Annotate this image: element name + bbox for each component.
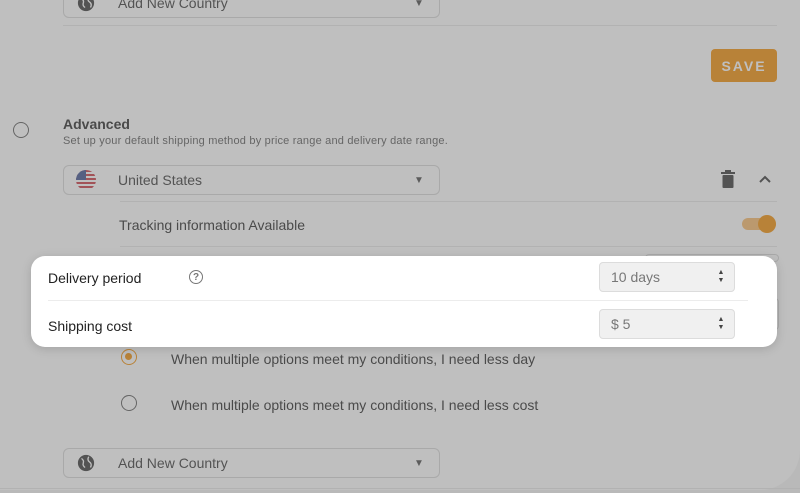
us-flag-icon: [64, 170, 108, 190]
add-country-placeholder: Add New Country: [118, 455, 228, 471]
shipping-cost-value: $ 5: [611, 316, 631, 332]
stepper-icon[interactable]: ▲ ▼: [708, 269, 734, 285]
globe-icon: [64, 0, 108, 12]
add-country-placeholder: Add New Country: [118, 0, 228, 11]
chevron-down-icon: ▼: [414, 457, 424, 469]
tracking-label: Tracking information Available: [119, 217, 305, 233]
chevron-up-icon[interactable]: [758, 172, 772, 184]
option-less-cost-label: When multiple options meet my conditions…: [171, 397, 539, 413]
stepper-icon[interactable]: ▲ ▼: [708, 316, 734, 332]
globe-icon: [64, 454, 108, 472]
divider: [0, 488, 800, 489]
chevron-down-icon: ▼: [414, 0, 424, 9]
divider: [63, 25, 777, 26]
trash-icon[interactable]: [720, 170, 736, 188]
shipping-panel: [0, 0, 800, 490]
divider: [48, 300, 748, 301]
advanced-radio[interactable]: [13, 122, 29, 138]
advanced-title: Advanced: [63, 116, 130, 132]
country-select-value: United States: [118, 172, 203, 188]
delivery-period-stepper[interactable]: 10 days ▲ ▼: [599, 262, 735, 292]
chevron-down-icon: ▼: [414, 174, 424, 186]
delivery-period-value: 10 days: [611, 269, 661, 285]
add-country-select-top[interactable]: Add New Country ▼: [63, 0, 440, 18]
divider: [120, 246, 777, 247]
option-less-cost-radio[interactable]: [121, 395, 137, 411]
toggle-knob: [758, 215, 776, 233]
option-less-day-label: When multiple options meet my conditions…: [171, 351, 536, 367]
help-circle-icon[interactable]: ?: [189, 270, 203, 284]
advanced-description: Set up your default shipping method by p…: [63, 135, 448, 147]
divider: [120, 201, 777, 202]
add-country-select-bottom[interactable]: Add New Country ▼: [63, 448, 440, 478]
save-button[interactable]: SAVE: [711, 49, 777, 82]
highlighted-card: Delivery period ? 10 days ▲ ▼ Shipping co…: [31, 256, 777, 347]
delivery-period-label: Delivery period: [48, 270, 142, 286]
option-less-day-radio[interactable]: [121, 349, 137, 365]
tracking-toggle[interactable]: [742, 215, 776, 233]
shipping-cost-stepper[interactable]: $ 5 ▲ ▼: [599, 309, 735, 339]
shipping-cost-label: Shipping cost: [48, 318, 133, 334]
country-select[interactable]: United States ▼: [63, 165, 440, 195]
